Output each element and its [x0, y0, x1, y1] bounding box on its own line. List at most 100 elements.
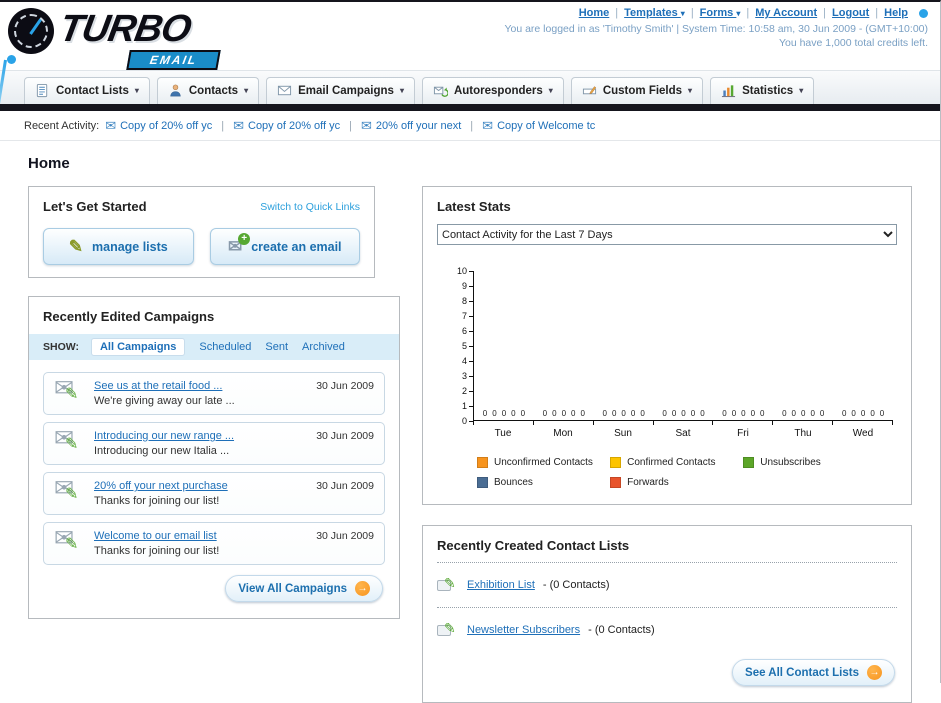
- contact-list-link[interactable]: Exhibition List: [467, 579, 535, 591]
- filter-sent[interactable]: Sent: [265, 341, 288, 353]
- recent-activity-link[interactable]: Copy of 20% off yc: [120, 120, 212, 132]
- top-link-logout[interactable]: Logout: [832, 7, 869, 19]
- view-all-campaigns-label: View All Campaigns: [238, 582, 347, 595]
- tab-statistics[interactable]: Statistics ▾: [710, 77, 815, 104]
- app-window: TURBO EMAIL Home | Templates ▾ | Forms ▾ | My …: [0, 0, 941, 703]
- pencil-icon: ✎: [444, 575, 456, 591]
- chart-x-labels: Tue Mon Sun Sat Fri Thu Wed: [473, 425, 893, 439]
- pencil-icon: ✎: [68, 237, 83, 256]
- speedometer-icon: [8, 8, 54, 54]
- campaign-title-link[interactable]: Welcome to our email list: [94, 530, 306, 542]
- chevron-down-icon: ▾: [548, 86, 553, 95]
- top-link-forms[interactable]: Forms ▾: [700, 7, 741, 19]
- chart-x-label: Mon: [553, 428, 573, 439]
- login-info: You are logged in as 'Timothy Smith' | S…: [504, 23, 928, 35]
- campaign-row[interactable]: ✉ ✎ Introducing our new range ... Introduci…: [43, 422, 385, 465]
- separator: |: [470, 119, 474, 132]
- separator: |: [690, 7, 694, 19]
- header: TURBO EMAIL Home | Templates ▾ | Forms ▾ | My …: [0, 2, 940, 104]
- chart-value-group: 00000: [482, 409, 526, 418]
- tab-label: Contacts: [188, 84, 239, 97]
- filter-archived[interactable]: Archived: [302, 341, 345, 353]
- campaign-date: 30 Jun 2009: [316, 480, 374, 492]
- edit-list-icon: ✎: [437, 576, 459, 594]
- legend-label: Unsubscribes: [760, 457, 821, 468]
- manage-lists-button[interactable]: ✎ manage lists: [43, 228, 194, 265]
- tab-label: Custom Fields: [602, 84, 683, 97]
- filter-all-campaigns[interactable]: All Campaigns: [90, 338, 186, 356]
- tab-label: Contact Lists: [56, 84, 129, 97]
- pencil-icon: ✎: [65, 436, 79, 453]
- chart-x-label: Tue: [494, 428, 512, 439]
- contact-list-row[interactable]: ✎ Exhibition List - (0 Contacts): [437, 572, 897, 598]
- logo-secondary-text: EMAIL: [126, 50, 222, 70]
- tab-autoresponders[interactable]: Autoresponders ▾: [421, 77, 564, 104]
- edit-campaign-icon: ✉ ✎: [54, 427, 84, 457]
- contact-list-link[interactable]: Newsletter Subscribers: [467, 624, 580, 636]
- recent-activity-link[interactable]: 20% off your next: [376, 120, 461, 132]
- see-all-contact-lists-button[interactable]: See All Contact Lists →: [732, 659, 895, 686]
- top-link-my-account[interactable]: My Account: [755, 7, 817, 19]
- campaign-row[interactable]: ✉ ✎ Welcome to our email list Thanks for jo…: [43, 522, 385, 565]
- envelope-icon: ✉: [360, 118, 372, 133]
- campaign-row[interactable]: ✉ ✎ See us at the retail food ... We're giv…: [43, 372, 385, 415]
- switch-quick-links-link[interactable]: Switch to Quick Links: [260, 201, 360, 213]
- campaign-title-link[interactable]: 20% off your next purchase: [94, 480, 306, 492]
- credits-info: You have 1,000 total credits left.: [778, 37, 928, 49]
- separator: |: [823, 7, 827, 19]
- chevron-down-icon: ▾: [736, 9, 741, 18]
- top-link-home[interactable]: Home: [579, 7, 610, 19]
- campaign-title-link[interactable]: See us at the retail food ...: [94, 380, 306, 392]
- arrow-right-icon: →: [867, 665, 882, 680]
- tab-contact-lists[interactable]: Contact Lists ▾: [24, 77, 150, 104]
- statistics-icon: [721, 83, 736, 98]
- recent-activity-bar: Recent Activity: ✉ Copy of 20% off yc | ✉ Co…: [0, 111, 940, 141]
- contact-lists-panel-title: Recently Created Contact Lists: [437, 538, 630, 553]
- campaign-date: 30 Jun 2009: [316, 530, 374, 542]
- recent-activity-link[interactable]: Copy of Welcome tc: [497, 120, 595, 132]
- top-link-help[interactable]: Help: [884, 7, 908, 19]
- arrow-right-icon: →: [355, 581, 370, 596]
- chart-x-label: Sun: [614, 428, 632, 439]
- top-link-templates[interactable]: Templates ▾: [624, 7, 685, 19]
- filter-scheduled[interactable]: Scheduled: [199, 341, 251, 353]
- chart-x-label: Sat: [675, 428, 691, 439]
- recent-activity-label: Recent Activity:: [24, 119, 100, 132]
- chevron-down-icon: ▾: [680, 9, 685, 18]
- turbo-email-logo: TURBO EMAIL: [8, 4, 222, 70]
- legend-label: Bounces: [494, 477, 533, 488]
- create-email-button[interactable]: ✉ + create an email: [209, 228, 360, 265]
- contact-list-row[interactable]: ✎ Newsletter Subscribers - (0 Contacts): [437, 617, 897, 643]
- campaign-date: 30 Jun 2009: [316, 430, 374, 442]
- chart-x-label: Wed: [852, 428, 874, 439]
- campaign-title-link[interactable]: Introducing our new range ...: [94, 430, 306, 442]
- tab-email-campaigns[interactable]: Email Campaigns ▾: [266, 77, 415, 104]
- main-content: Home Let's Get Started Switch to Quick L…: [0, 141, 940, 703]
- recent-activity-link[interactable]: Copy of 20% off yc: [248, 120, 340, 132]
- chart-value-group: 00000: [602, 409, 645, 418]
- logo-primary-text: TURBO: [56, 8, 194, 50]
- view-all-campaigns-button[interactable]: View All Campaigns →: [225, 575, 383, 602]
- chart-value-group: 00000: [841, 409, 885, 418]
- campaign-row[interactable]: ✉ ✎ 20% off your next purchase Thanks for j…: [43, 472, 385, 515]
- tab-contacts[interactable]: Contacts ▾: [156, 77, 260, 104]
- campaign-subtitle: Thanks for joining our list!: [94, 495, 220, 507]
- latest-stats-title: Latest Stats: [437, 199, 511, 214]
- tab-label: Statistics: [742, 84, 794, 97]
- stats-period-select[interactable]: Contact Activity for the Last 7 Days: [437, 224, 897, 245]
- recent-activity-item: ✉ Copy of 20% off yc: [105, 119, 212, 132]
- pencil-icon: ✎: [65, 386, 79, 403]
- tab-custom-fields[interactable]: Custom Fields ▾: [570, 77, 704, 104]
- edit-campaign-icon: ✉ ✎: [54, 527, 84, 557]
- contact-list-count: - (0 Contacts): [542, 579, 610, 591]
- plus-badge-icon: +: [238, 233, 251, 245]
- campaign-filter-bar: SHOW: All Campaigns Scheduled Sent Archived: [29, 334, 399, 360]
- campaigns-panel-title: Recently Edited Campaigns: [43, 309, 215, 324]
- edit-campaign-icon: ✉ ✎: [54, 477, 84, 507]
- legend-swatch: [610, 477, 622, 488]
- dotted-divider: [437, 607, 897, 608]
- get-started-title: Let's Get Started: [43, 199, 147, 214]
- chevron-down-icon: ▾: [244, 86, 249, 95]
- contacts-icon: [168, 83, 183, 98]
- envelope-icon: ✉: [233, 118, 244, 133]
